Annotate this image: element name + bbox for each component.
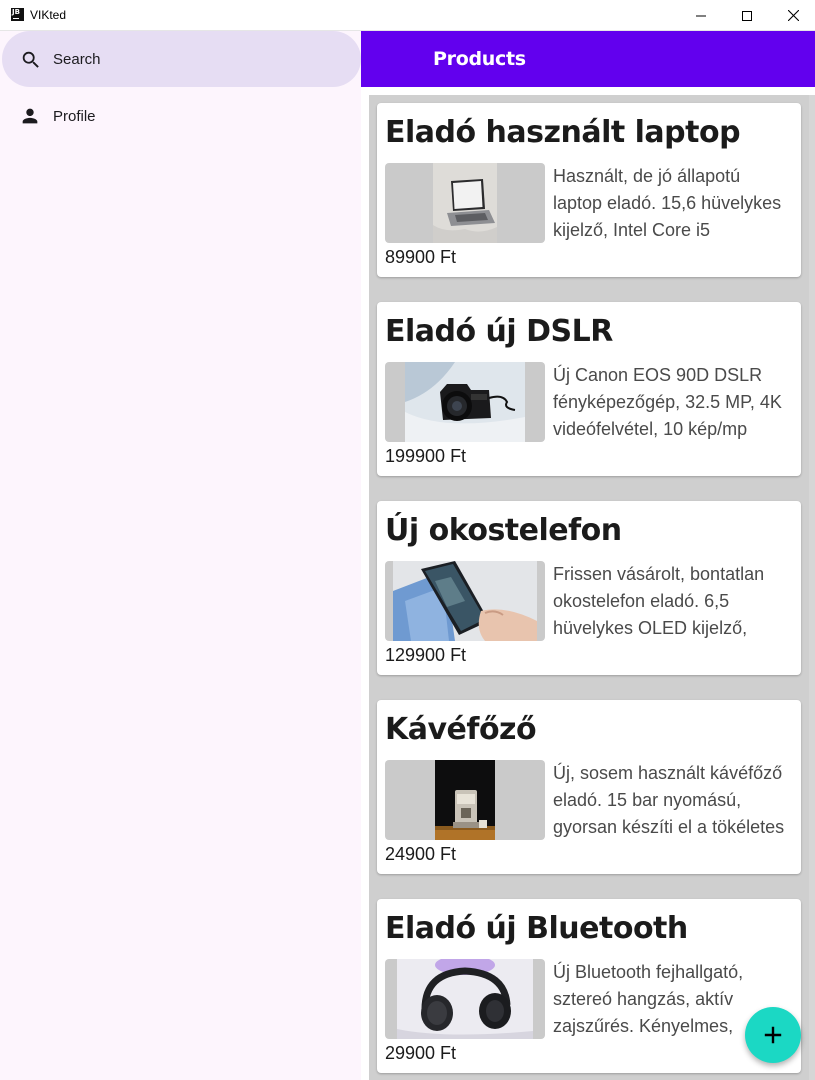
product-description: Frissen vásárolt, bontatlan okostelefon … [553, 564, 765, 638]
search-icon [22, 51, 39, 68]
window-titlebar: JB VIKted [0, 0, 815, 31]
product-description: Használt, de jó állapotú laptop eladó. 1… [553, 166, 782, 240]
maximize-button[interactable] [724, 0, 770, 31]
minimize-icon [696, 15, 706, 16]
person-icon [22, 108, 38, 124]
close-button[interactable] [770, 0, 815, 31]
product-title: Kávéfőző [385, 712, 537, 747]
product-thumbnail [385, 163, 545, 243]
product-card[interactable]: Eladó új DSLR Új Canon EOS 90D DSLR fény… [377, 302, 801, 476]
camera-image [405, 362, 525, 442]
product-title: Új okostelefon [385, 513, 622, 548]
minimize-button[interactable] [678, 0, 724, 31]
window-title: VIKted [30, 8, 67, 22]
product-title: Eladó új Bluetooth [385, 911, 688, 946]
nav-item-label: Search [53, 51, 101, 68]
product-title: Eladó használt laptop [385, 115, 741, 150]
add-icon [764, 1026, 782, 1044]
product-price: 199900 Ft [385, 446, 467, 466]
product-price: 29900 Ft [385, 1043, 457, 1063]
product-thumbnail [385, 760, 545, 840]
product-price: 24900 Ft [385, 844, 457, 864]
product-description: Új Canon EOS 90D DSLR fényképezőgép, 32.… [553, 365, 782, 439]
product-description: Új, sosem használt kávéfőző eladó. 15 ba… [553, 763, 785, 837]
product-price: 129900 Ft [385, 645, 467, 665]
nav-item-profile[interactable]: Profile [2, 89, 361, 145]
add-product-button[interactable] [745, 1007, 801, 1063]
product-card[interactable]: Új okostelefon Frissen vásárolt, bontatl… [377, 501, 801, 675]
nav-item-label: Profile [53, 108, 96, 125]
product-thumbnail [385, 959, 545, 1039]
product-card[interactable]: Eladó új Bluetooth Új Bluetooth fejhallg… [377, 899, 801, 1073]
product-thumbnail [385, 561, 545, 641]
product-thumbnail [385, 362, 545, 442]
close-icon [787, 10, 799, 21]
nav-item-search[interactable]: Search [2, 31, 361, 87]
product-price: 89900 Ft [385, 247, 457, 267]
smartphone-image [393, 561, 537, 641]
product-card[interactable]: Kávéfőző Új, sosem használt kávéfőző ela… [377, 700, 801, 874]
headphones-image [397, 959, 533, 1039]
product-card[interactable]: Eladó használt laptop Használt, de jó ál… [377, 103, 801, 277]
laptop-image [433, 163, 497, 243]
coffee-maker-image [435, 760, 495, 840]
navigation-drawer: Search Profile [0, 31, 361, 1080]
maximize-icon [742, 10, 752, 21]
product-list[interactable]: Eladó használt laptop Használt, de jó ál… [369, 95, 809, 1080]
top-app-bar: Products [361, 31, 815, 87]
product-title: Eladó új DSLR [385, 314, 613, 349]
app-logo-icon: JB [11, 8, 24, 21]
list-scroll-track[interactable] [809, 95, 815, 1080]
page-title: Products [433, 48, 526, 70]
